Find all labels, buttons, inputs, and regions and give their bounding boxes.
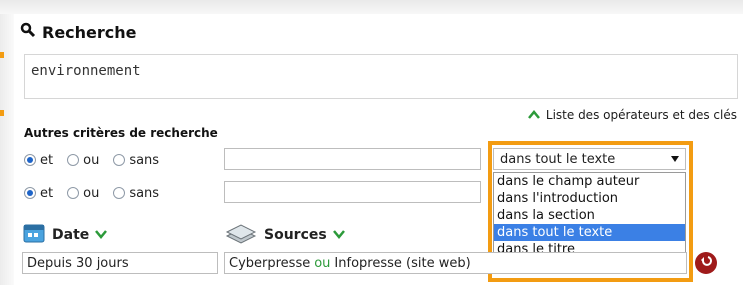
criteria-input-2[interactable] xyxy=(224,181,481,203)
radio-label: ou xyxy=(83,152,100,168)
criteria-input-1[interactable] xyxy=(224,148,481,170)
radio-et-2[interactable]: et xyxy=(24,186,53,201)
radio-dot xyxy=(67,154,80,166)
magnifier-icon xyxy=(20,22,36,42)
criteria-row-1: et ou sans xyxy=(24,148,173,172)
radio-et-1[interactable]: et xyxy=(24,153,53,168)
search-section-title: Recherche xyxy=(20,20,137,44)
criteria-row-2: et ou sans xyxy=(24,181,173,205)
radio-dot xyxy=(24,187,36,199)
sources-section-head: Sources xyxy=(224,222,345,248)
sources-value-part1: Cyberpresse xyxy=(229,255,311,271)
search-title-text: Recherche xyxy=(42,22,137,42)
other-criteria-title: Autres critères de recherche xyxy=(24,126,218,140)
radio-label: sans xyxy=(129,152,160,168)
top-bar xyxy=(0,0,743,14)
orange-marker-bottom xyxy=(0,110,4,116)
operators-link-label: Liste des opérateurs et des clés xyxy=(545,108,737,122)
date-value: Depuis 30 jours xyxy=(27,255,129,271)
chevron-down-icon[interactable] xyxy=(95,228,108,242)
radio-dot xyxy=(67,187,80,199)
radio-sans-2[interactable]: sans xyxy=(113,186,159,201)
operators-link[interactable]: Liste des opérateurs et des clés xyxy=(527,108,737,122)
radio-dot xyxy=(113,187,126,199)
chevron-down-icon[interactable] xyxy=(332,228,345,242)
radio-ou-2[interactable]: ou xyxy=(67,186,99,201)
go-button[interactable] xyxy=(695,252,717,274)
date-section-head: Date xyxy=(22,222,108,248)
search-query-box[interactable]: environnement xyxy=(24,54,738,99)
sources-field[interactable]: Cyberpresse ou Infopresse (site web) xyxy=(224,252,687,274)
radio-sans-1[interactable]: sans xyxy=(113,153,159,168)
radio-label: et xyxy=(40,152,54,168)
radio-ou-1[interactable]: ou xyxy=(67,153,99,168)
stack-icon xyxy=(224,222,258,248)
radio-dot xyxy=(24,154,36,166)
chevron-up-icon xyxy=(527,108,540,122)
date-label: Date xyxy=(52,227,90,243)
search-query-text: environnement xyxy=(31,63,141,79)
radio-dot xyxy=(113,154,126,166)
orange-marker-top xyxy=(0,52,4,58)
sources-value-part2: Infopresse (site web) xyxy=(334,255,471,271)
radio-label: sans xyxy=(129,185,160,201)
date-field[interactable]: Depuis 30 jours xyxy=(22,252,218,274)
radio-label: ou xyxy=(83,185,100,201)
radio-label: et xyxy=(40,185,54,201)
sources-label: Sources xyxy=(264,227,327,243)
calendar-icon xyxy=(22,222,46,248)
back-arrow-icon xyxy=(699,254,713,272)
sources-or: ou xyxy=(314,255,331,271)
